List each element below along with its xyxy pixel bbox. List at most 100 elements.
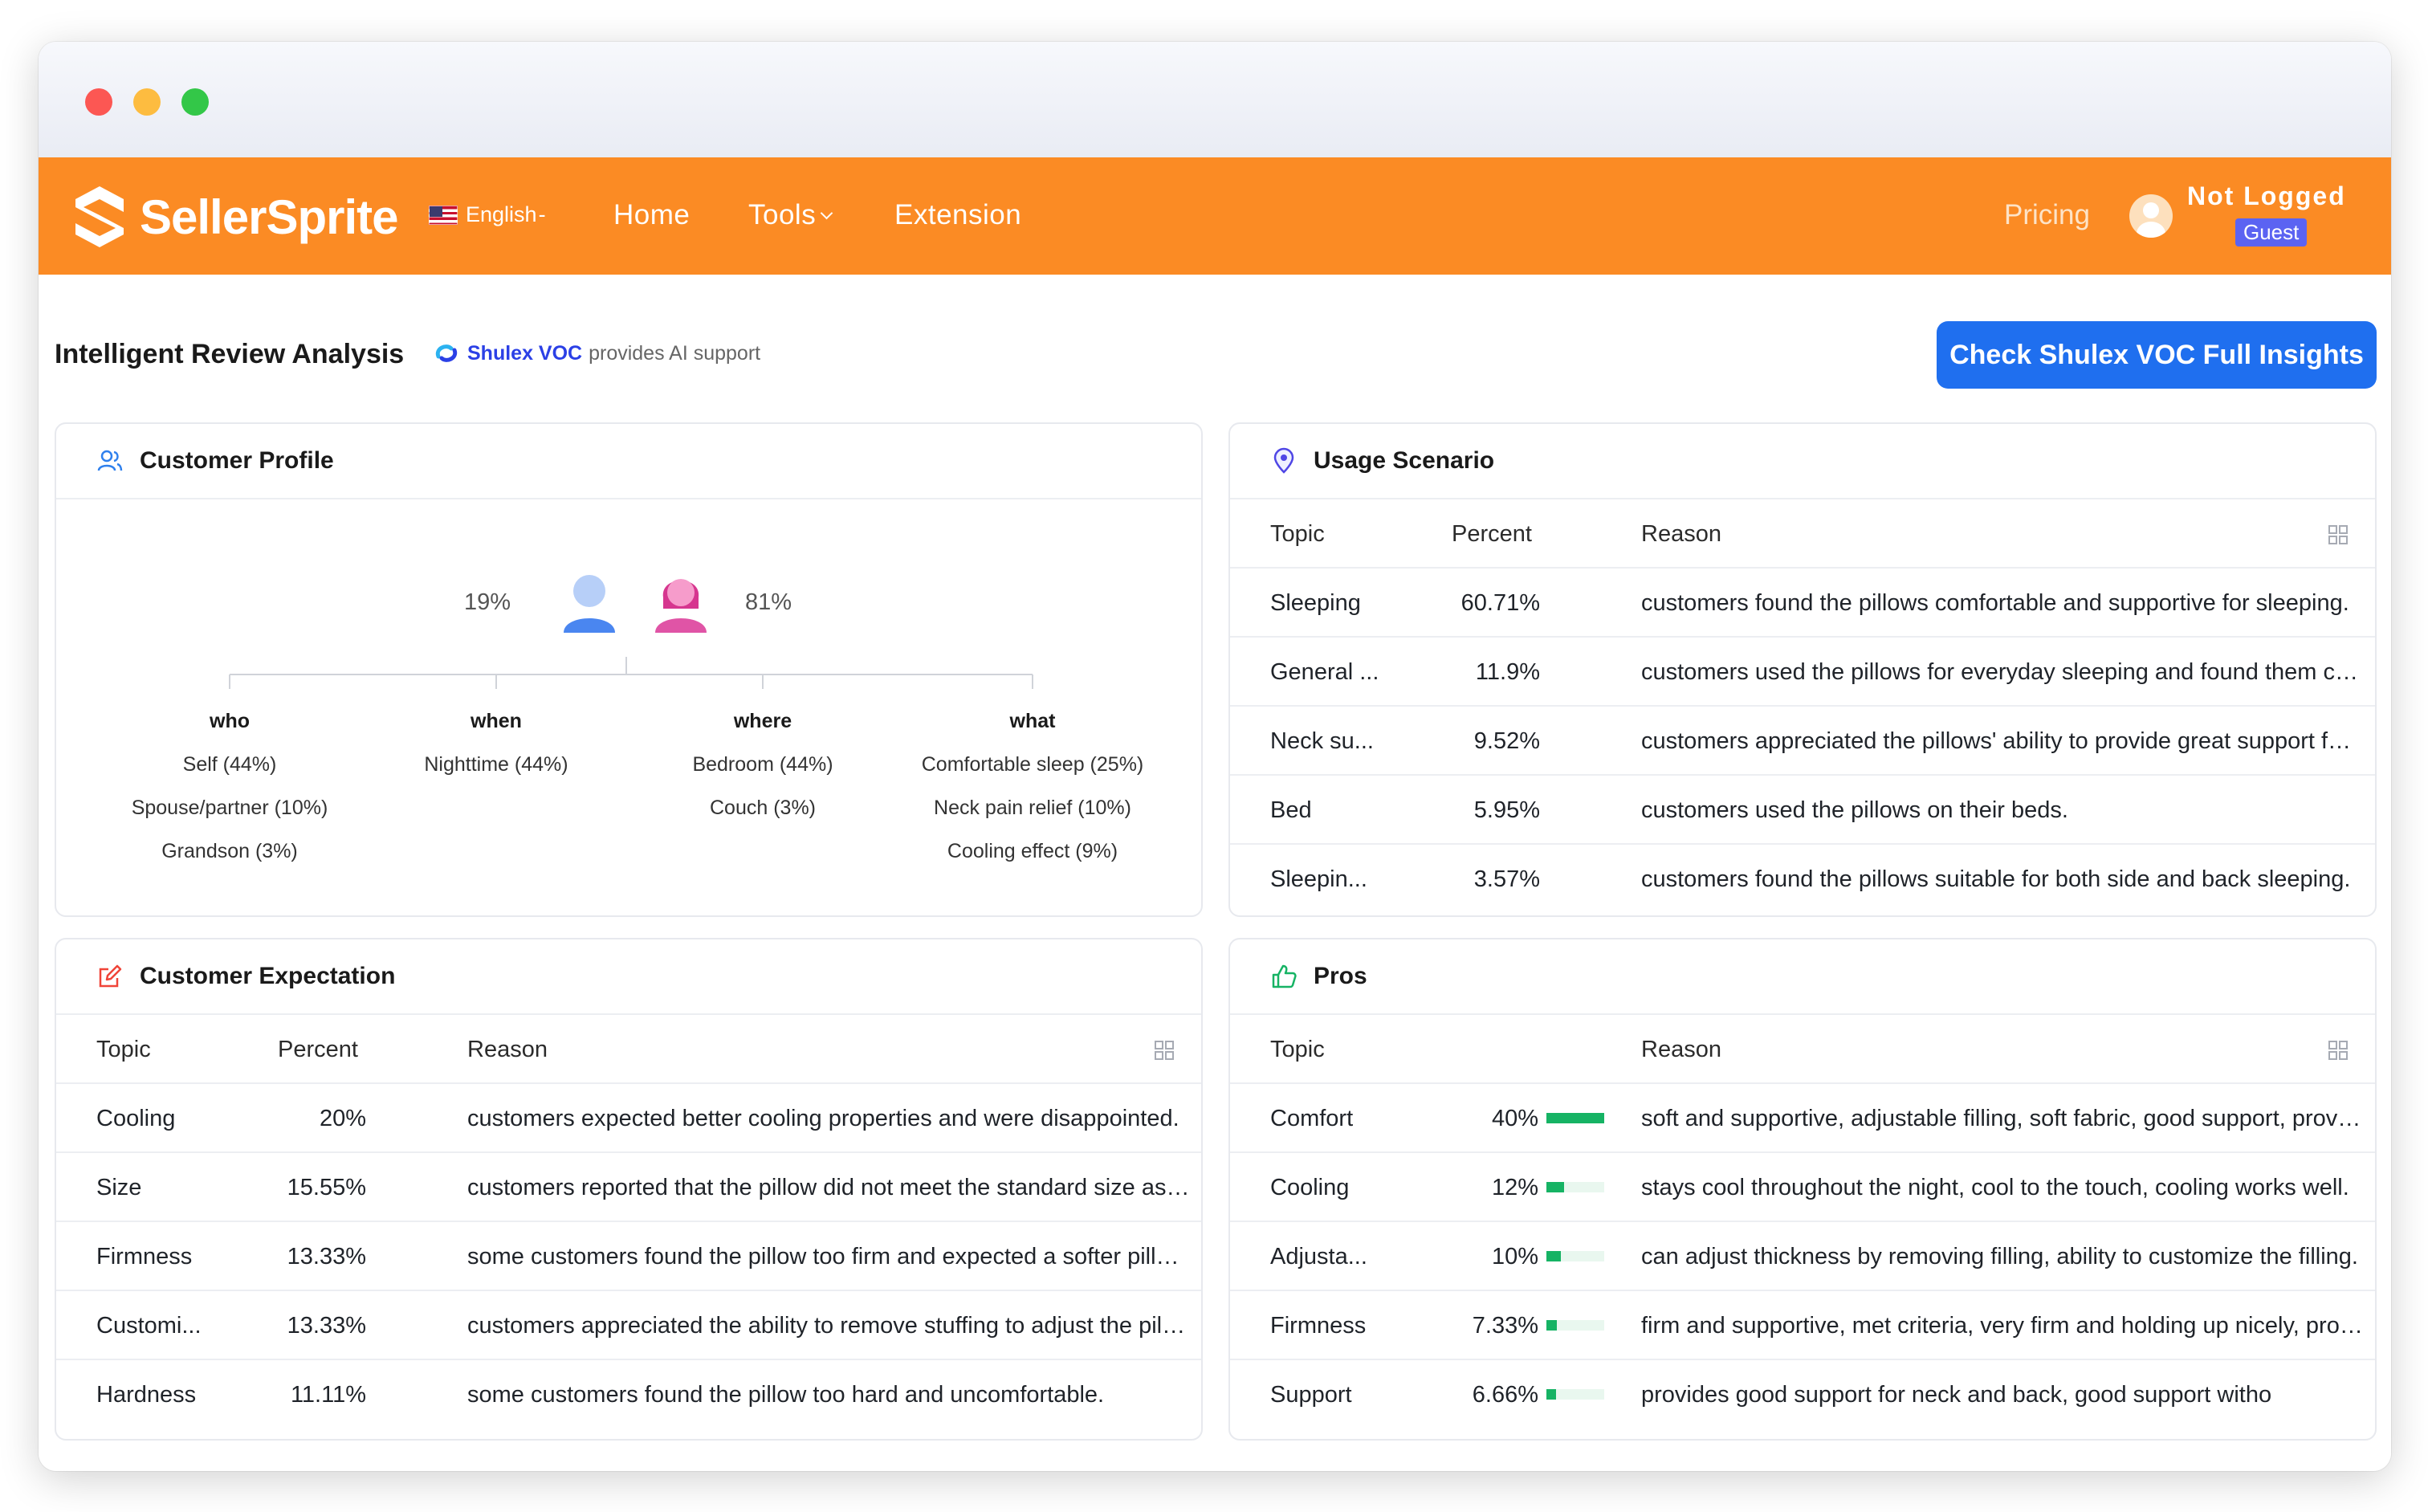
sellersprite-logo-icon: [75, 186, 124, 247]
profile-item: Nighttime (44%): [424, 753, 568, 776]
row-percent: 9.52%: [1473, 728, 1540, 754]
profile-item: Neck pain relief (10%): [934, 797, 1131, 819]
card-title: Customer Profile: [140, 447, 334, 474]
row-topic: Sleeping: [1270, 590, 1361, 616]
language-selector[interactable]: English -: [429, 202, 546, 227]
row-percent: 6.66%: [1472, 1382, 1538, 1408]
customer-expectation-table: Topic Percent Reason Cooling 20% custome…: [56, 1015, 1201, 1429]
nav-link-home[interactable]: Home: [613, 199, 690, 231]
column-header-reason: Reason: [1641, 521, 1721, 547]
profile-item: Grandson (3%): [161, 840, 298, 862]
grid-view-icon[interactable]: [2328, 525, 2348, 544]
female-percent: 81%: [745, 589, 792, 615]
table-row: Support 6.66% provides good support for …: [1230, 1360, 2375, 1429]
table-row: Sleepin... 3.57% customers found the pil…: [1230, 845, 2375, 914]
percent-bar: [1546, 1251, 1604, 1261]
percent-bar-fill: [1546, 1113, 1604, 1123]
table-row: Cooling 12% stays cool throughout the ni…: [1230, 1153, 2375, 1222]
profile-item: Spouse/partner (10%): [131, 797, 328, 819]
male-percent: 19%: [464, 589, 511, 615]
minimize-window-button[interactable]: [133, 88, 161, 116]
column-header-topic: Topic: [1270, 1037, 1325, 1062]
column-heading: who: [210, 710, 250, 732]
user-badge: Guest: [2235, 218, 2308, 247]
grid-view-icon[interactable]: [1155, 1041, 1174, 1060]
usage-scenario-table: Topic Percent Reason Sleeping 60.71% cus…: [1230, 499, 2375, 914]
brand-logo[interactable]: SellerSprite: [71, 183, 398, 251]
column-header-topic: Topic: [96, 1037, 151, 1062]
row-percent: 5.95%: [1473, 797, 1540, 823]
row-percent: 12%: [1491, 1175, 1538, 1200]
percent-bar-fill: [1546, 1389, 1557, 1400]
close-window-button[interactable]: [85, 88, 112, 116]
row-topic: General ...: [1270, 659, 1379, 685]
row-reason: customers expected better cooling proper…: [467, 1106, 1179, 1131]
percent-bar: [1546, 1320, 1604, 1331]
column-header-topic: Topic: [1270, 521, 1325, 547]
table-header-row: Topic Reason: [1230, 1015, 2375, 1084]
shulex-logo-icon: [435, 344, 458, 362]
row-reason: customers used the pillows on their beds…: [1641, 797, 2068, 823]
row-percent: 15.55%: [287, 1175, 366, 1200]
row-topic: Firmness: [96, 1244, 193, 1270]
language-label: English: [466, 202, 537, 226]
provider-name[interactable]: Shulex VOC: [467, 342, 582, 365]
table-row: Comfort 40% soft and supportive, adjusta…: [1230, 1084, 2375, 1153]
check-full-insights-button[interactable]: Check Shulex VOC Full Insights: [1937, 321, 2377, 389]
grid-view-icon[interactable]: [2328, 1041, 2348, 1060]
user-avatar[interactable]: [2129, 194, 2173, 238]
row-topic: Neck su...: [1270, 728, 1374, 754]
column-heading: what: [1009, 710, 1056, 732]
row-percent: 20%: [319, 1106, 366, 1131]
table-row: Sleeping 60.71% customers found the pill…: [1230, 569, 2375, 638]
row-reason: customers reported that the pillow did n…: [467, 1175, 1190, 1200]
column-header-percent: Percent: [1452, 521, 1532, 547]
table-header-row: Topic Percent Reason: [1230, 499, 2375, 569]
row-percent: 13.33%: [287, 1313, 366, 1339]
row-reason: provides good support for neck and back,…: [1641, 1382, 2272, 1408]
nav-link-tools[interactable]: Tools: [748, 199, 833, 231]
column-header-percent: Percent: [278, 1037, 358, 1062]
row-reason: customers appreciated the ability to rem…: [467, 1313, 1190, 1339]
row-topic: Comfort: [1270, 1106, 1354, 1131]
nav-link-extension[interactable]: Extension: [894, 199, 1021, 231]
table-row: Hardness 11.11% some customers found the…: [56, 1360, 1201, 1429]
us-flag-icon: [429, 205, 458, 225]
row-topic: Adjusta...: [1270, 1244, 1367, 1270]
percent-bar-fill: [1546, 1320, 1557, 1331]
maximize-window-button[interactable]: [181, 88, 209, 116]
table-row: Cooling 20% customers expected better co…: [56, 1084, 1201, 1153]
column-heading: where: [733, 710, 792, 732]
thumbs-up-icon: [1272, 964, 1297, 988]
percent-bar-fill: [1546, 1251, 1561, 1261]
row-percent: 11.9%: [1475, 659, 1540, 685]
location-pin-icon: [1273, 447, 1294, 474]
row-topic: Size: [96, 1175, 142, 1200]
table-row: Neck su... 9.52% customers appreciated t…: [1230, 707, 2375, 776]
card-title: Usage Scenario: [1314, 447, 1495, 474]
row-topic: Cooling: [96, 1106, 176, 1131]
customer-expectation-card: Customer Expectation Topic Percent Reaso…: [55, 938, 1203, 1441]
main-content: Intelligent Review Analysis Shulex VOC p…: [39, 275, 2391, 1471]
nav-link-pricing[interactable]: Pricing: [2004, 199, 2090, 231]
female-avatar-icon: [655, 579, 707, 633]
row-percent: 11.11%: [290, 1382, 366, 1408]
profile-item: Bedroom (44%): [692, 753, 833, 776]
usage-scenario-card: Usage Scenario Topic Percent Reason Slee…: [1228, 422, 2377, 917]
row-topic: Cooling: [1270, 1175, 1350, 1200]
column-header-reason: Reason: [1641, 1037, 1721, 1062]
card-title: Customer Expectation: [140, 963, 396, 989]
row-percent: 3.57%: [1473, 866, 1540, 892]
row-topic: Sleepin...: [1270, 866, 1367, 892]
provider-note-text: provides AI support: [589, 341, 761, 365]
row-percent: 60.71%: [1460, 590, 1540, 616]
profile-item: Self (44%): [182, 753, 277, 776]
row-reason: stays cool throughout the night, cool to…: [1641, 1175, 2349, 1200]
row-reason: customers used the pillows for everyday …: [1641, 659, 2364, 685]
percent-bar: [1546, 1182, 1604, 1192]
user-status[interactable]: Not Logged: [2187, 181, 2346, 211]
card-header: Usage Scenario: [1230, 424, 2375, 499]
pros-table: Topic Reason Comfort 40% soft and suppor…: [1230, 1015, 2375, 1429]
users-icon: [97, 450, 123, 471]
card-title: Pros: [1314, 963, 1367, 989]
